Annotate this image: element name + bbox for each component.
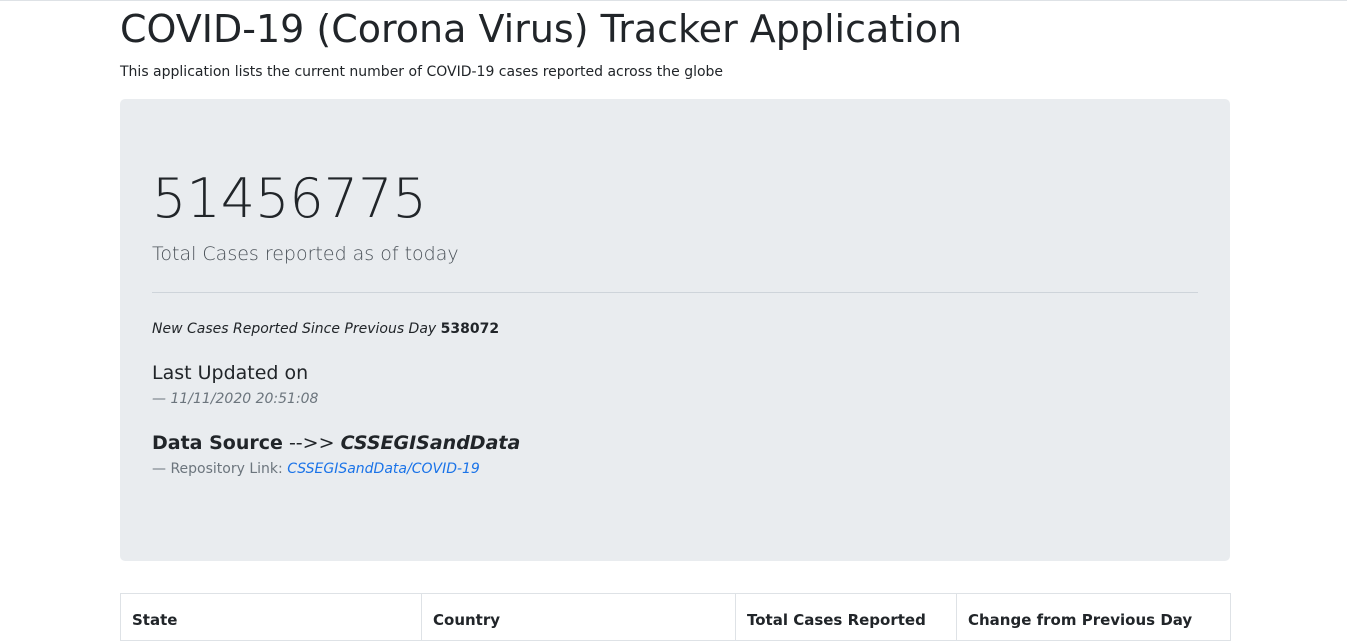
cases-table: State Country Total Cases Reported Chang… — [120, 593, 1231, 641]
data-source-label: Data Source — [152, 432, 283, 454]
last-updated-label: Last Updated on — [152, 362, 309, 384]
total-cases-value: 51456775 — [152, 167, 427, 230]
column-header-change: Change from Previous Day — [956, 593, 1231, 641]
repository-prefix: — Repository Link: — [152, 461, 283, 477]
summary-divider — [152, 292, 1198, 293]
total-cases-label: Total Cases reported as of today — [152, 243, 459, 265]
column-header-total-cases: Total Cases Reported — [735, 593, 957, 641]
new-cases-value: 538072 — [440, 321, 500, 337]
last-updated-value: — 11/11/2020 20:51:08 — [152, 391, 319, 407]
data-source-name: CSSEGISandData — [340, 432, 521, 454]
repository-line: — Repository Link: CSSEGISandData/COVID-… — [152, 459, 480, 479]
repository-link[interactable]: CSSEGISandData/COVID-19 — [287, 461, 480, 477]
table-header-row: State Country Total Cases Reported Chang… — [120, 593, 1231, 641]
new-cases-line: New Cases Reported Since Previous Day 53… — [152, 318, 499, 340]
new-cases-label: New Cases Reported Since Previous Day — [152, 321, 437, 337]
data-source-heading: Data Source -->> CSSEGISandData — [152, 430, 520, 456]
page-title: COVID-19 (Corona Virus) Tracker Applicat… — [120, 7, 963, 51]
column-header-state: State — [120, 593, 422, 641]
page-subtitle: This application lists the current numbe… — [120, 64, 724, 80]
summary-panel: 51456775 Total Cases reported as of toda… — [120, 99, 1230, 561]
top-rule — [0, 0, 1347, 1]
data-source-arrow: -->> — [288, 432, 335, 454]
column-header-country: Country — [421, 593, 736, 641]
